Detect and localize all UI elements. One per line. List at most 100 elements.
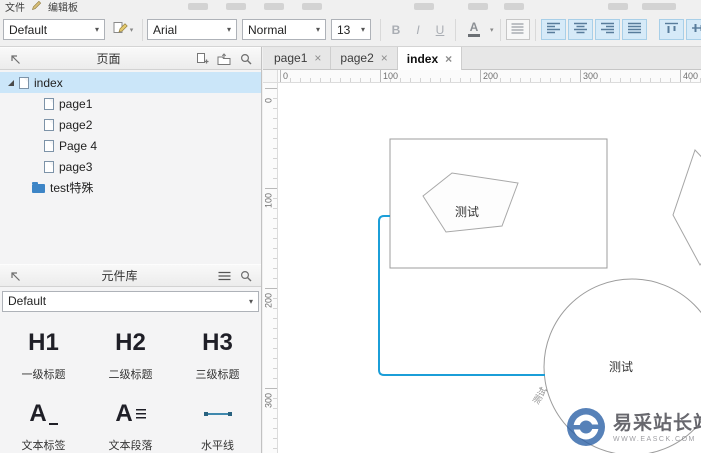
watermark-logo-icon bbox=[566, 407, 606, 450]
tree-item-label: page1 bbox=[59, 96, 93, 111]
rotated-rectangle-shape[interactable] bbox=[672, 149, 701, 266]
ruler-label: 100 bbox=[383, 71, 399, 81]
toolbar-item-faded[interactable] bbox=[264, 3, 284, 10]
tab-close-icon[interactable]: × bbox=[381, 52, 388, 64]
tree-item-label: index bbox=[34, 75, 63, 90]
menu-edit[interactable]: 编辑板 bbox=[48, 0, 78, 13]
widget-text-paragraph[interactable]: A 文本段落 bbox=[87, 394, 174, 453]
horizontal-ruler: 0 100 200 300 400 bbox=[278, 70, 701, 83]
tab-page2[interactable]: page2 × bbox=[331, 47, 398, 69]
menu-icon[interactable] bbox=[216, 268, 232, 284]
page-icon bbox=[19, 76, 29, 89]
search-icon[interactable] bbox=[238, 51, 254, 67]
page-icon bbox=[44, 118, 54, 131]
widget-heading1[interactable]: H1 一级标题 bbox=[0, 323, 87, 382]
widget-glyph: A bbox=[29, 394, 58, 434]
format-painter-button[interactable]: ▾ bbox=[111, 19, 137, 40]
align-justify-button[interactable] bbox=[621, 19, 647, 40]
library-dropdown[interactable]: Default ▾ bbox=[2, 290, 259, 312]
tab-bar: page1 × page2 × index × bbox=[263, 47, 701, 70]
ruler-corner bbox=[263, 70, 278, 83]
library-panel-title: 元件库 bbox=[101, 269, 138, 283]
align-right-button[interactable] bbox=[594, 19, 620, 40]
toolbar-item-faded[interactable] bbox=[504, 3, 524, 10]
toolbar-item-faded[interactable] bbox=[226, 3, 246, 10]
align-left-button[interactable] bbox=[540, 19, 566, 40]
toolbar-item-faded[interactable] bbox=[302, 3, 322, 10]
toolbar-separator bbox=[142, 18, 143, 41]
pages-tree: index page1 page2 Page 4 page3 test特殊 bbox=[0, 70, 261, 200]
canvas-shapes: 测试 测试 测试 bbox=[378, 138, 701, 453]
collapse-panel-icon[interactable] bbox=[7, 51, 23, 67]
ruler-label: 0 bbox=[263, 98, 274, 104]
add-folder-icon[interactable] bbox=[216, 51, 232, 67]
page-icon bbox=[44, 160, 54, 173]
toolbar-item-faded[interactable] bbox=[414, 3, 434, 10]
flow-polygon-label: 测试 bbox=[455, 204, 479, 219]
align-center-button[interactable] bbox=[567, 19, 593, 40]
tab-label: index bbox=[406, 51, 439, 66]
menu-file[interactable]: 文件 bbox=[5, 0, 25, 13]
widget-grid: H1 一级标题 H2 二级标题 H3 三级标题 A 文本标签 A 文本段落 水平… bbox=[0, 313, 261, 453]
tab-close-icon[interactable]: × bbox=[445, 53, 452, 65]
italic-button[interactable]: I bbox=[408, 19, 428, 40]
widget-glyph bbox=[203, 394, 232, 434]
style-preset-value: Default bbox=[9, 22, 48, 37]
chevron-down-icon: ▾ bbox=[360, 25, 365, 34]
rotated-text-label[interactable]: 测试 bbox=[530, 385, 549, 406]
align-middle-button[interactable] bbox=[685, 19, 701, 40]
underline-button[interactable]: U bbox=[430, 19, 450, 40]
toolbar-item-faded[interactable] bbox=[188, 3, 208, 10]
tree-item-index[interactable]: index bbox=[0, 72, 261, 93]
menu-bar: 文件 编辑板 bbox=[0, 0, 701, 13]
toolbar-item-faded[interactable] bbox=[468, 3, 488, 10]
align-top-icon bbox=[664, 22, 679, 37]
design-canvas[interactable]: 测试 测试 测试 易采站长站 WWW.EASCK.COM bbox=[278, 83, 701, 453]
widget-heading2[interactable]: H2 二级标题 bbox=[87, 323, 174, 382]
font-size-dropdown[interactable]: 13 ▾ bbox=[331, 19, 371, 40]
add-page-icon[interactable] bbox=[194, 51, 210, 67]
ruler-label: 200 bbox=[263, 292, 274, 309]
bold-button[interactable]: B bbox=[386, 19, 406, 40]
chevron-down-icon: ▾ bbox=[129, 26, 134, 34]
toolbar-item-faded[interactable] bbox=[608, 3, 628, 10]
tree-item-test-folder[interactable]: test特殊 bbox=[0, 177, 261, 198]
chevron-down-icon: ▾ bbox=[226, 25, 231, 34]
tree-item-page3[interactable]: page3 bbox=[0, 156, 261, 177]
style-preset-dropdown[interactable]: Default ▾ bbox=[3, 19, 105, 40]
chevron-down-icon[interactable]: ▾ bbox=[490, 26, 494, 34]
color-bar bbox=[468, 34, 480, 37]
line-spacing-icon bbox=[511, 22, 524, 37]
toolbar-item-faded[interactable] bbox=[642, 3, 676, 10]
search-icon[interactable] bbox=[238, 268, 254, 284]
chevron-down-icon: ▾ bbox=[94, 25, 99, 34]
collapse-panel-icon[interactable] bbox=[7, 268, 23, 284]
font-color-button[interactable]: A bbox=[461, 19, 487, 40]
tree-item-page4[interactable]: Page 4 bbox=[0, 135, 261, 156]
tab-label: page2 bbox=[340, 51, 374, 65]
tab-close-icon[interactable]: × bbox=[314, 52, 321, 64]
tab-page1[interactable]: page1 × bbox=[265, 47, 332, 69]
tree-item-page2[interactable]: page2 bbox=[0, 114, 261, 135]
font-size-value: 13 bbox=[337, 22, 351, 37]
widget-label: 三级标题 bbox=[195, 369, 240, 381]
pencil-icon bbox=[31, 0, 42, 13]
expand-arrow-icon[interactable] bbox=[8, 79, 14, 86]
toolbar-separator bbox=[455, 18, 456, 41]
widget-label: 文本段落 bbox=[108, 440, 153, 452]
widget-horizontal-line[interactable]: 水平线 bbox=[174, 394, 261, 453]
font-style-dropdown[interactable]: Normal ▾ bbox=[242, 19, 326, 40]
toolbar-separator bbox=[380, 18, 381, 41]
format-toolbar: Default ▾ ▾ Arial ▾ Normal ▾ 13 ▾ B I U … bbox=[0, 13, 701, 47]
widget-text-label[interactable]: A 文本标签 bbox=[0, 394, 87, 453]
tree-item-label: Page 4 bbox=[59, 138, 98, 153]
font-family-dropdown[interactable]: Arial ▾ bbox=[147, 19, 237, 40]
chevron-down-icon: ▾ bbox=[248, 296, 253, 306]
tree-item-page1[interactable]: page1 bbox=[0, 93, 261, 114]
main-work-area: page1 × page2 × index × 0 100 200 300 40… bbox=[263, 47, 701, 453]
tab-index[interactable]: index × bbox=[397, 47, 463, 70]
line-spacing-button[interactable] bbox=[505, 19, 530, 40]
widget-heading3[interactable]: H3 三级标题 bbox=[174, 323, 261, 382]
watermark-subtitle: WWW.EASCK.COM bbox=[613, 435, 696, 443]
align-top-button[interactable] bbox=[658, 19, 684, 40]
